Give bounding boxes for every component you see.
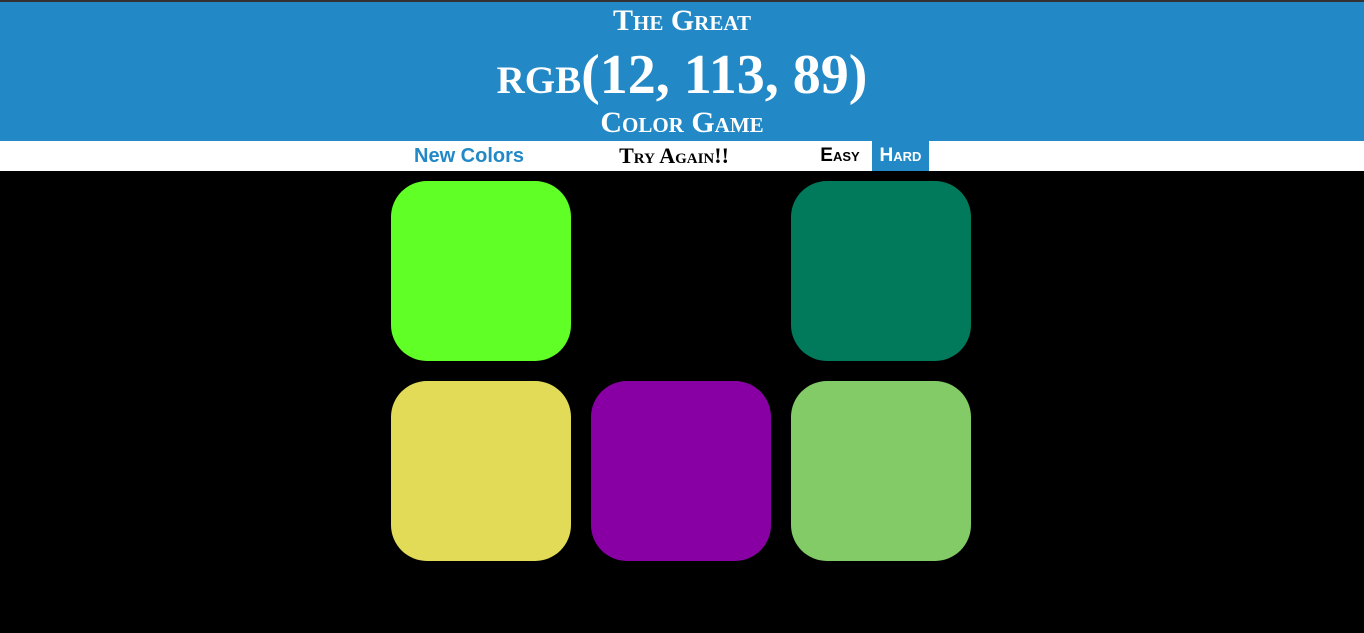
title-color-game: Color Game [600, 106, 764, 139]
color-square[interactable] [391, 381, 571, 561]
game-header: The Great rgb(12, 113, 89) Color Game [0, 2, 1364, 141]
color-square[interactable] [391, 181, 571, 361]
easy-mode-button[interactable]: Easy [814, 141, 866, 171]
status-message: Try Again!! [619, 143, 729, 168]
color-square[interactable] [591, 181, 771, 361]
new-colors-button[interactable]: New Colors [414, 141, 530, 171]
color-square[interactable] [791, 381, 971, 561]
color-square[interactable] [791, 181, 971, 361]
color-square[interactable] [591, 381, 771, 561]
title-the-great: The Great [613, 4, 751, 37]
target-rgb-display: rgb(12, 113, 89) [496, 44, 868, 106]
hard-mode-button[interactable]: Hard [872, 141, 929, 171]
control-stripe: New Colors Try Again!! Easy Hard [0, 141, 1364, 171]
